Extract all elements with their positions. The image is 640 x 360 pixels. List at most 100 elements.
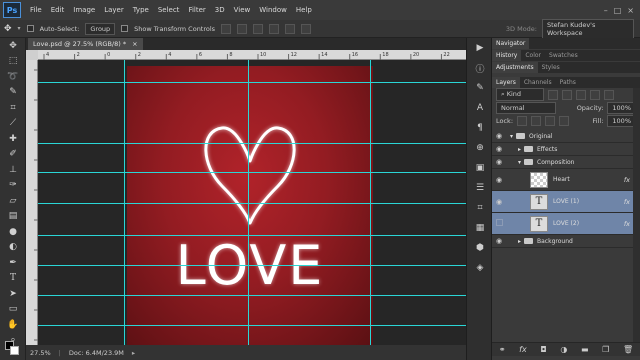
blur-icon[interactable]: ● bbox=[0, 224, 26, 240]
adjustment-layer-icon[interactable]: ◑ bbox=[560, 345, 567, 354]
auto-select-dropdown[interactable]: Group bbox=[85, 22, 116, 35]
menu-type[interactable]: Type bbox=[133, 6, 149, 14]
workspace-dropdown[interactable]: Stefan Kudev's Workspace bbox=[542, 18, 634, 39]
brush-preset-icon[interactable]: ✎ bbox=[467, 78, 493, 98]
menu-filter[interactable]: Filter bbox=[188, 6, 205, 14]
dodge-icon[interactable]: ◐ bbox=[0, 240, 26, 256]
type-icon[interactable]: T bbox=[0, 271, 26, 287]
3d-cube-icon[interactable]: ⬢ bbox=[467, 238, 493, 258]
stamp-icon[interactable]: ⊥ bbox=[0, 162, 26, 178]
lasso-icon[interactable]: ➰ bbox=[0, 69, 26, 85]
move-tool-preset-icon[interactable]: ✥ bbox=[4, 24, 12, 34]
tab-swatches[interactable]: Swatches bbox=[545, 50, 582, 61]
status-menu-chevron-icon[interactable]: ▸ bbox=[132, 349, 135, 357]
history-brush-icon[interactable]: ✑ bbox=[0, 178, 26, 194]
layer-effects-icon[interactable]: fx bbox=[624, 198, 630, 206]
close-icon[interactable]: × bbox=[627, 6, 634, 15]
canvas-area[interactable]: LOVE bbox=[38, 60, 466, 345]
clone-source-icon[interactable]: ⊕ bbox=[467, 138, 493, 158]
move-icon[interactable]: ✥ bbox=[0, 38, 26, 54]
align-middle-icon[interactable] bbox=[237, 23, 248, 34]
pen-icon[interactable]: ✒ bbox=[0, 255, 26, 271]
properties-icon[interactable]: ☰ bbox=[467, 178, 493, 198]
zoom-level[interactable]: 27.5% bbox=[30, 349, 51, 357]
brush-icon[interactable]: ✐ bbox=[0, 147, 26, 163]
new-group-icon[interactable]: ▬ bbox=[581, 345, 589, 354]
color-swatches[interactable] bbox=[5, 341, 21, 355]
healing-icon[interactable]: ✚ bbox=[0, 131, 26, 147]
play-icon[interactable]: ▶ bbox=[467, 38, 493, 58]
notes-icon[interactable]: ▣ bbox=[467, 158, 493, 178]
menu-help[interactable]: Help bbox=[296, 6, 312, 14]
menu-select[interactable]: Select bbox=[158, 6, 180, 14]
layer-row[interactable]: ◉ Heart fx bbox=[492, 169, 640, 191]
tab-channels[interactable]: Channels bbox=[520, 77, 556, 88]
layer-row[interactable]: ◉ ▸ Effects bbox=[492, 143, 640, 156]
guide-horizontal[interactable] bbox=[38, 143, 466, 144]
tab-history[interactable]: History bbox=[492, 50, 522, 61]
auto-select-checkbox[interactable] bbox=[26, 25, 34, 32]
marquee-icon[interactable]: ⬚ bbox=[0, 54, 26, 70]
preset-chevron-down-icon[interactable]: ▾ bbox=[18, 25, 21, 32]
menu-edit[interactable]: Edit bbox=[51, 6, 65, 14]
visibility-toggle-empty[interactable] bbox=[492, 219, 506, 228]
filter-pixel-icon[interactable] bbox=[548, 89, 558, 100]
lock-transparent-icon[interactable] bbox=[517, 115, 528, 126]
layer-row[interactable]: ◉ ▾ Original bbox=[492, 130, 640, 143]
eyedropper-icon[interactable]: ⟋ bbox=[0, 116, 26, 132]
gradient-icon[interactable]: ▤ bbox=[0, 209, 26, 225]
shape-icon[interactable]: ▭ bbox=[0, 302, 26, 318]
expand-chevron-right-icon[interactable]: ▸ bbox=[518, 146, 521, 153]
expand-chevron-down-icon[interactable]: ▾ bbox=[518, 159, 521, 166]
menu-image[interactable]: Image bbox=[73, 6, 95, 14]
paragraph-icon[interactable]: ¶ bbox=[467, 118, 493, 138]
layer-effects-icon[interactable]: fx bbox=[624, 176, 630, 184]
filter-adjustment-icon[interactable] bbox=[562, 89, 572, 100]
filter-shape-icon[interactable] bbox=[590, 89, 600, 100]
lock-position-icon[interactable] bbox=[545, 115, 556, 126]
opacity-input[interactable]: 100% bbox=[607, 101, 636, 114]
maximize-icon[interactable]: □ bbox=[614, 6, 622, 15]
crop-icon[interactable]: ⌗ bbox=[0, 100, 26, 116]
tab-adjustments[interactable]: Adjustments bbox=[492, 62, 538, 73]
align-left-icon[interactable] bbox=[269, 23, 280, 34]
guide-horizontal[interactable] bbox=[38, 235, 466, 236]
menu-3d[interactable]: 3D bbox=[215, 6, 225, 14]
add-mask-icon[interactable]: ◘ bbox=[540, 345, 546, 354]
guide-horizontal[interactable] bbox=[38, 172, 466, 173]
document-tab[interactable]: Love.psd @ 27.5% (RGB/8) * × bbox=[28, 38, 143, 50]
menu-file[interactable]: File bbox=[30, 6, 42, 14]
ruler-origin[interactable] bbox=[26, 50, 38, 60]
link-layers-icon[interactable]: ⚭ bbox=[499, 345, 506, 354]
blend-mode-dropdown[interactable]: Normal bbox=[496, 101, 556, 114]
visibility-eye-icon[interactable]: ◉ bbox=[492, 176, 506, 184]
visibility-eye-icon[interactable]: ◉ bbox=[492, 132, 506, 140]
new-layer-icon[interactable]: ❐ bbox=[602, 345, 609, 354]
filter-smart-object-icon[interactable] bbox=[604, 89, 614, 100]
visibility-eye-icon[interactable]: ◉ bbox=[492, 198, 506, 206]
fill-input[interactable]: 100% bbox=[607, 114, 636, 127]
hand-icon[interactable]: ✋ bbox=[0, 317, 26, 333]
tab-color[interactable]: Color bbox=[521, 50, 545, 61]
layer-row[interactable]: ◉ ▾ Composition bbox=[492, 156, 640, 169]
info-icon[interactable]: ⓘ bbox=[467, 58, 493, 78]
menu-window[interactable]: Window bbox=[259, 6, 287, 14]
tab-close-icon[interactable]: × bbox=[132, 40, 137, 48]
menu-layer[interactable]: Layer bbox=[104, 6, 124, 14]
align-right-icon[interactable] bbox=[301, 23, 312, 34]
measurement-icon[interactable]: ⌗ bbox=[467, 198, 493, 218]
guide-horizontal[interactable] bbox=[38, 295, 466, 296]
guide-horizontal[interactable] bbox=[38, 82, 466, 83]
expand-chevron-right-icon[interactable]: ▸ bbox=[518, 238, 521, 245]
visibility-eye-icon[interactable]: ◉ bbox=[492, 237, 506, 245]
menu-view[interactable]: View bbox=[234, 6, 251, 14]
layer-row[interactable]: T LOVE (2) fx bbox=[492, 213, 640, 235]
character-icon[interactable]: A bbox=[467, 98, 493, 118]
visibility-eye-icon[interactable]: ◉ bbox=[492, 145, 506, 153]
align-bottom-icon[interactable] bbox=[253, 23, 264, 34]
tab-paths[interactable]: Paths bbox=[556, 77, 580, 88]
lock-image-icon[interactable] bbox=[531, 115, 542, 126]
timeline-icon[interactable]: ▦ bbox=[467, 218, 493, 238]
add-style-icon[interactable]: fx bbox=[519, 345, 527, 354]
tab-styles[interactable]: Styles bbox=[538, 62, 564, 73]
